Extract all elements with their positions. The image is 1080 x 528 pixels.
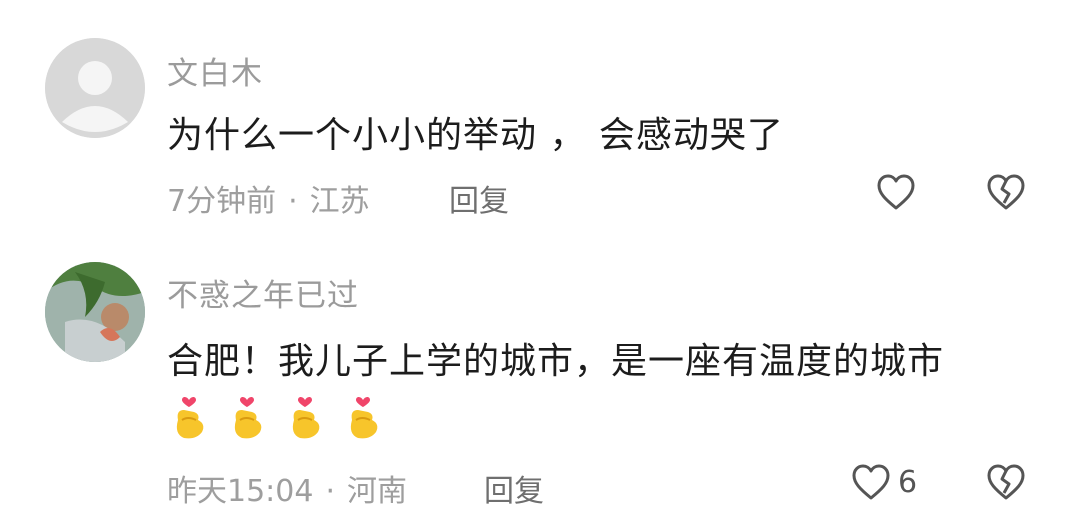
like-count: 6 <box>898 464 918 500</box>
comment-username[interactable]: 文白木 <box>167 48 263 93</box>
like-button[interactable]: 6 <box>850 462 917 502</box>
photo-avatar-icon <box>45 262 145 362</box>
meta-separator: · <box>325 474 336 509</box>
meta-separator: · <box>288 184 298 219</box>
comment-meta: 7分钟前 · 江苏 <box>167 176 370 220</box>
like-button[interactable] <box>875 172 923 212</box>
comment-meta: 昨天15:04 · 河南 <box>167 466 407 510</box>
heart-outline-icon <box>877 174 915 210</box>
finger-heart-emoji-icon <box>286 390 324 440</box>
comment-text: 合肥！我儿子上学的城市，是一座有温度的城市 <box>167 341 945 382</box>
user-avatar[interactable] <box>45 38 145 138</box>
comment-location: 江苏 <box>309 184 370 219</box>
reply-button[interactable]: 回复 <box>449 176 509 220</box>
comment-username[interactable]: 不惑之年已过 <box>167 270 359 315</box>
comment-time: 昨天15:04 <box>167 474 314 509</box>
emoji-row <box>170 390 382 440</box>
comment-location: 河南 <box>347 474 408 509</box>
finger-heart-emoji-icon <box>228 390 266 440</box>
finger-heart-emoji-icon <box>344 390 382 440</box>
finger-heart-emoji-icon <box>170 390 208 440</box>
default-user-avatar-icon <box>45 38 145 138</box>
comment-time: 7分钟前 <box>167 184 277 219</box>
comment-item: 文白木 为什么一个小小的举动 ， 会感动哭了 7分钟前 · 江苏 回复 <box>0 0 1080 240</box>
comment-item: 不惑之年已过 合肥！我儿子上学的城市，是一座有温度的城市 昨天15:04 · 河南 … <box>0 240 1080 528</box>
comment-text: 为什么一个小小的举动 ， 会感动哭了 <box>167 115 784 156</box>
broken-heart-icon <box>987 174 1025 210</box>
reply-button[interactable]: 回复 <box>484 466 544 510</box>
dislike-button[interactable] <box>985 462 1027 502</box>
heart-outline-icon <box>852 464 890 500</box>
user-avatar[interactable] <box>45 262 145 362</box>
broken-heart-icon <box>987 464 1025 500</box>
dislike-button[interactable] <box>985 172 1027 212</box>
